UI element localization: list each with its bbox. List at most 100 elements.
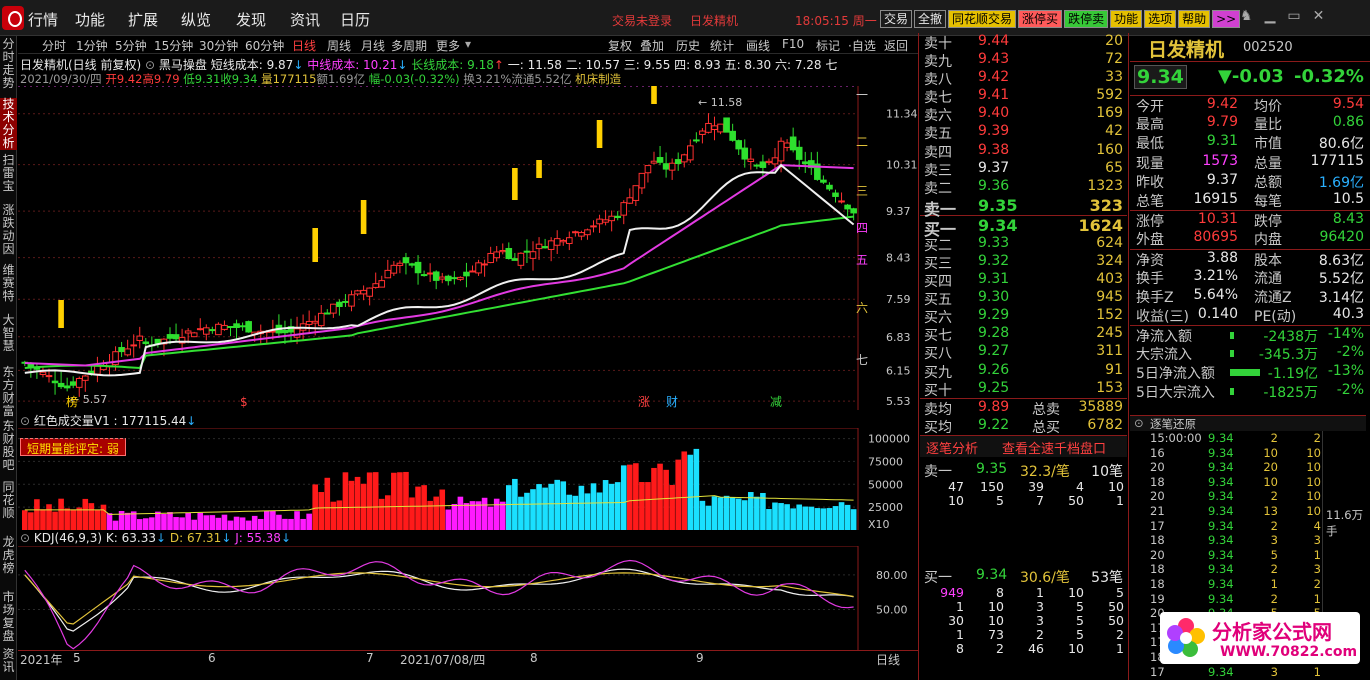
toolbar-button-6[interactable]: 选项: [1144, 10, 1177, 28]
tool-0[interactable]: 复权: [608, 37, 632, 54]
order-row[interactable]: 买五 9.30 945: [920, 289, 1127, 308]
indicator-select-icon[interactable]: ⊙: [145, 58, 159, 72]
volume-select-icon[interactable]: ⊙: [20, 414, 34, 428]
order-row[interactable]: 卖五 9.39 42: [920, 123, 1127, 142]
order-row[interactable]: 买二 9.33 624: [920, 235, 1127, 254]
order-row[interactable]: 买八 9.27 311: [920, 343, 1127, 362]
period-1[interactable]: 1分钟: [76, 37, 108, 54]
volume-bar: [487, 506, 494, 530]
tool-2[interactable]: 历史: [676, 37, 700, 54]
period-8[interactable]: 月线: [361, 37, 385, 54]
kdj-chart[interactable]: 80.00 50.00: [18, 546, 918, 650]
toolbar-button-7[interactable]: 帮助: [1178, 10, 1211, 28]
order-row[interactable]: 买一 9.34 1624: [920, 216, 1127, 239]
event-s[interactable]: $: [240, 395, 248, 409]
toolbar-button-4[interactable]: 跌停卖: [1064, 10, 1109, 28]
left-tab-10[interactable]: 市场复盘: [0, 591, 17, 643]
left-tab-1[interactable]: 技术分析: [0, 98, 17, 150]
period-label: 日线: [876, 653, 901, 667]
menu-1[interactable]: 功能: [75, 9, 105, 30]
order-row[interactable]: 卖八 9.42 33: [920, 69, 1127, 89]
order-row[interactable]: 卖七 9.41 592: [920, 87, 1127, 106]
order-row[interactable]: 买六 9.29 152: [920, 307, 1127, 326]
tool-6[interactable]: 标记: [816, 37, 840, 54]
app-logo-icon[interactable]: [2, 6, 24, 30]
left-tab-11[interactable]: 资讯: [0, 648, 17, 674]
candle: [674, 152, 682, 171]
period-0[interactable]: 分时: [42, 37, 66, 54]
menu-4[interactable]: 发现: [236, 9, 266, 30]
left-tab-9[interactable]: 龙虎榜: [0, 536, 17, 575]
event-zhang[interactable]: 涨: [638, 394, 650, 409]
more-dropdown-icon[interactable]: ▾: [465, 37, 471, 51]
order-row[interactable]: 卖一 9.35 323: [920, 196, 1127, 219]
deep-book-link[interactable]: 查看全速千档盘口: [1002, 438, 1106, 457]
left-tab-7[interactable]: 东财股吧: [0, 420, 17, 472]
event-jian[interactable]: 减: [770, 395, 782, 409]
left-tab-0[interactable]: 分时走势: [0, 38, 17, 90]
tool-3[interactable]: 统计: [710, 37, 734, 54]
order-row[interactable]: 卖四 9.38 160: [920, 142, 1127, 161]
menu-0[interactable]: 行情: [28, 9, 58, 30]
maximize-icon[interactable]: ▭: [1287, 8, 1300, 24]
order-row[interactable]: 卖三 9.37 65: [920, 160, 1127, 179]
order-row[interactable]: 买四 9.31 403: [920, 271, 1127, 290]
event-cai[interactable]: 财: [666, 395, 678, 409]
period-5[interactable]: 60分钟: [245, 37, 284, 54]
candle: [445, 274, 452, 286]
menu-3[interactable]: 纵览: [181, 9, 211, 30]
period-2[interactable]: 5分钟: [115, 37, 147, 54]
menu-5[interactable]: 资讯: [290, 9, 320, 30]
order-row[interactable]: 卖二 9.36 1323: [920, 178, 1127, 197]
toolbar-button-2[interactable]: 同花顺交易: [948, 10, 1017, 28]
left-tab-3[interactable]: 涨跌动因: [0, 204, 17, 256]
lock-icon[interactable]: ♞: [1240, 8, 1253, 24]
volume-bar: [161, 514, 167, 530]
toolbar-button-1[interactable]: 全撤: [914, 10, 947, 28]
period-10[interactable]: 更多: [436, 37, 460, 54]
tool-4[interactable]: 画线: [746, 37, 770, 54]
order-row[interactable]: 买九 9.26 91: [920, 362, 1127, 381]
indicator-name[interactable]: 黑马操盘: [159, 58, 207, 72]
order-price: 9.31: [978, 271, 1010, 288]
tool-7[interactable]: ·自选: [848, 37, 876, 54]
toolbar-button-0[interactable]: 交易: [880, 10, 913, 28]
order-label: 卖八: [924, 72, 952, 89]
event-bang[interactable]: 榜: [66, 394, 78, 409]
toolbar-button-3[interactable]: 涨停买: [1018, 10, 1063, 28]
left-tab-8[interactable]: 同花顺: [0, 481, 17, 520]
period-6[interactable]: 日线: [292, 37, 316, 54]
order-row[interactable]: 卖十 9.44 20: [920, 33, 1127, 52]
tool-8[interactable]: 返回: [884, 37, 908, 54]
tick-title[interactable]: ⊙ 逐笔还原: [1130, 415, 1366, 431]
period-4[interactable]: 30分钟: [199, 37, 238, 54]
order-row[interactable]: 买七 9.28 245: [920, 325, 1127, 344]
volume-bar: [439, 489, 446, 530]
left-tab-2[interactable]: 扫雷宝: [0, 154, 17, 193]
minimize-icon[interactable]: ▁: [1265, 8, 1276, 24]
order-row[interactable]: 卖六 9.40 169: [920, 105, 1127, 124]
tick-analysis-link[interactable]: 逐笔分析: [926, 438, 978, 457]
order-row[interactable]: 卖九 9.43 72: [920, 51, 1127, 70]
order-row[interactable]: 买三 9.32 324: [920, 253, 1127, 272]
order-row[interactable]: 买十 9.25 153: [920, 380, 1127, 399]
toolbar-button-5[interactable]: 功能: [1110, 10, 1143, 28]
volume-chart[interactable]: 100000 75000 50000 25000 X10: [18, 428, 918, 530]
tool-5[interactable]: F10: [782, 37, 804, 51]
menu-2[interactable]: 扩展: [128, 9, 158, 30]
left-tab-4[interactable]: 维赛特: [0, 264, 17, 303]
left-tab-5[interactable]: 大智慧: [0, 314, 17, 353]
tool-1[interactable]: 叠加: [640, 37, 664, 54]
kdj-select-icon[interactable]: ⊙: [20, 531, 34, 545]
volume-bar: [602, 480, 609, 530]
close-icon[interactable]: ✕: [1313, 8, 1325, 24]
toolbar-button-8[interactable]: >>: [1212, 10, 1241, 28]
menu-6[interactable]: 日历: [340, 9, 370, 30]
period-9[interactable]: 多周期: [391, 37, 427, 54]
left-tab-6[interactable]: 东方财富: [0, 366, 17, 418]
period-7[interactable]: 周线: [327, 37, 351, 54]
period-3[interactable]: 15分钟: [154, 37, 193, 54]
candle: [130, 334, 138, 358]
candlestick-chart[interactable]: 11.34 10.31 9.37 8.43 7.59 6.83 6.15 5.53 一二三四五六…: [18, 86, 918, 410]
price-tick: 11.34: [886, 108, 918, 121]
